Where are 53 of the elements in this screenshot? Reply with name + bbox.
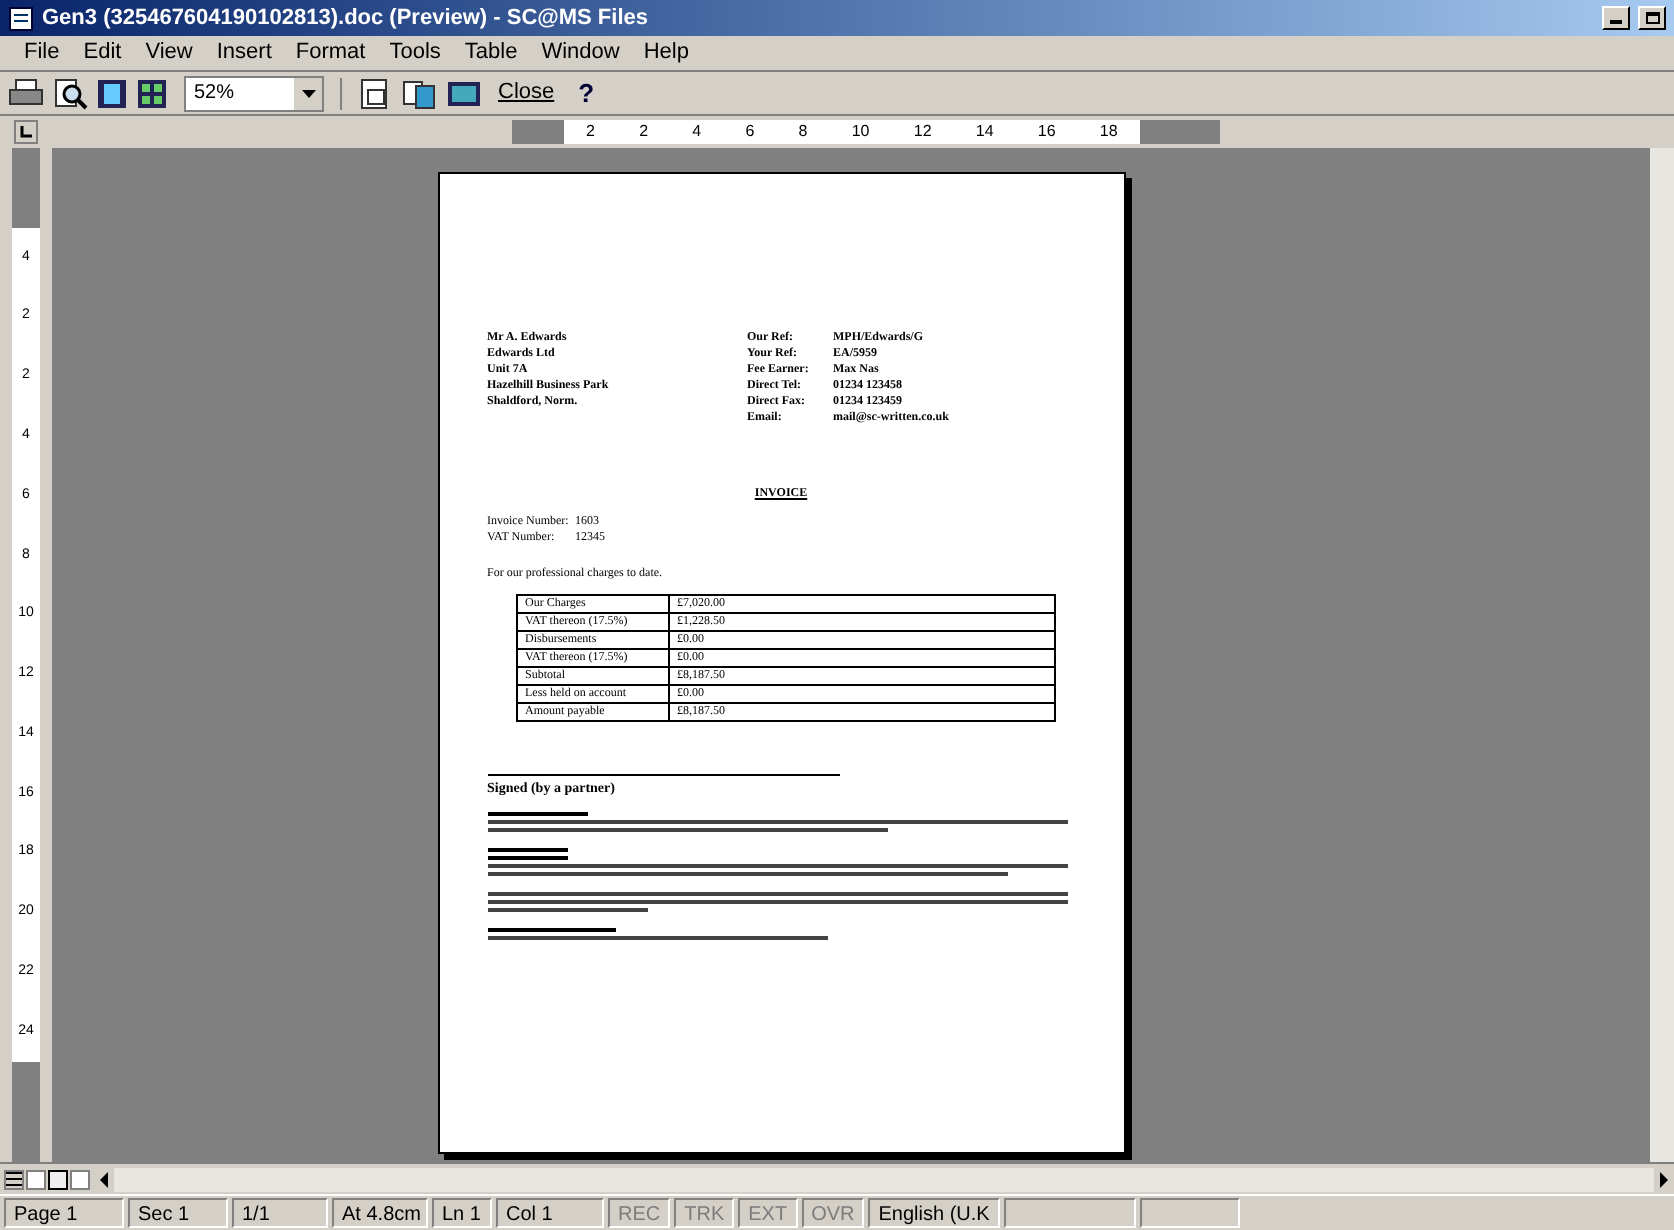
ruler-number: 2 xyxy=(586,120,595,144)
ruler-number: 16 xyxy=(1037,120,1056,144)
menu-item[interactable]: Tools xyxy=(381,36,449,70)
status-field: 1/1 xyxy=(232,1198,328,1228)
restore-button[interactable] xyxy=(1638,6,1666,30)
horizontal-scrollbar[interactable] xyxy=(114,1167,1654,1191)
status-field: At 4.8cm xyxy=(332,1198,428,1228)
menu-item[interactable]: Insert xyxy=(208,36,280,70)
menu-item[interactable]: File xyxy=(16,36,68,70)
one-page-icon[interactable] xyxy=(96,77,128,109)
status-field: REC xyxy=(608,1198,671,1228)
window-title: Gen3 (325467604190102813).doc (Preview) - SC@MS Files xyxy=(42,3,650,34)
outline-view-icon[interactable] xyxy=(70,1169,90,1189)
web-view-icon[interactable] xyxy=(26,1169,46,1189)
menu-item[interactable]: Table xyxy=(456,36,526,70)
printer-icon[interactable] xyxy=(8,77,44,109)
ruler-number: 14 xyxy=(975,120,994,144)
menu-item[interactable]: Edit xyxy=(75,36,130,70)
normal-view-icon[interactable] xyxy=(4,1169,24,1189)
ruler-number: 18 xyxy=(1099,120,1118,144)
status-field: EXT xyxy=(738,1198,798,1228)
ruler-number: 8 xyxy=(798,120,808,144)
status-field: English (U.K xyxy=(868,1198,1001,1228)
magnifier-icon[interactable] xyxy=(52,77,88,109)
status-pane xyxy=(1140,1198,1241,1228)
menu-item[interactable]: Window xyxy=(533,36,628,70)
ruler-number: 4 xyxy=(692,120,702,144)
menu-item[interactable]: Format xyxy=(287,36,374,70)
help-button[interactable]: ? xyxy=(570,73,603,113)
caret-icon xyxy=(301,89,315,97)
status-field: Ln 1 xyxy=(432,1198,492,1228)
multiple-pages-icon[interactable] xyxy=(136,77,168,109)
ruler-number: 2 xyxy=(639,120,649,144)
vertical-scrollbar[interactable] xyxy=(1650,148,1674,1162)
status-field: Page 1 xyxy=(4,1198,124,1228)
status-field: Sec 1 xyxy=(128,1198,228,1228)
shrink-pages-icon[interactable] xyxy=(402,77,438,109)
status-field: OVR xyxy=(801,1198,865,1228)
status-pane xyxy=(1004,1198,1137,1228)
tab-stop-icon[interactable] xyxy=(14,120,38,144)
close-button[interactable]: Close xyxy=(490,76,563,110)
print-view-icon[interactable] xyxy=(48,1169,68,1189)
status-field: Col 1 xyxy=(496,1198,604,1228)
menu-item[interactable]: View xyxy=(137,36,201,70)
ruler-number: 12 xyxy=(913,120,932,144)
full-screen-icon[interactable] xyxy=(446,77,482,109)
document-icon xyxy=(8,5,34,31)
status-field: TRK xyxy=(674,1198,735,1228)
ruler-number: 6 xyxy=(745,120,755,144)
menu-item[interactable]: Help xyxy=(635,36,697,70)
ruler-number: 10 xyxy=(851,120,870,144)
minimize-button[interactable] xyxy=(1602,6,1630,30)
zoom-combo[interactable]: 52% xyxy=(184,75,324,111)
